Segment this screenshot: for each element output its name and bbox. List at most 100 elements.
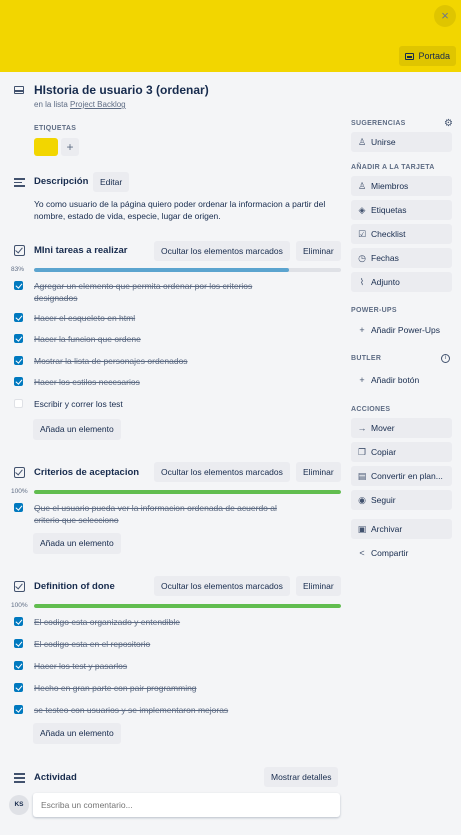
item-text[interactable]: Escribir y correr los test [34, 398, 294, 410]
add-button-button[interactable]: + Añadir botón [351, 370, 452, 390]
person-icon: ♙ [357, 137, 367, 147]
dates-label: Fechas [371, 253, 399, 263]
avatar[interactable]: KS [9, 795, 29, 815]
checkbox[interactable] [14, 313, 23, 322]
gear-icon[interactable]: ⚙ [444, 118, 453, 129]
checklist-title[interactable]: MIni tareas a realizar [34, 245, 127, 256]
dates-button[interactable]: ◷ Fechas [351, 248, 452, 268]
eye-icon: ◉ [358, 495, 366, 505]
checkbox[interactable] [14, 705, 23, 714]
card-list-info: en la lista Project Backlog [34, 100, 126, 109]
archive-label: Archivar [371, 524, 403, 534]
card-title[interactable]: HIstoria de usuario 3 (ordenar) [34, 83, 209, 97]
progress-fill [34, 268, 289, 272]
close-button[interactable]: × [434, 5, 456, 27]
activity-title: Actividad [34, 772, 77, 783]
convert-label: Convertir en plan... [371, 471, 443, 481]
checkbox[interactable] [14, 617, 23, 626]
follow-label: Seguir [371, 495, 396, 505]
checklist-title[interactable]: Definition of done [34, 581, 115, 592]
attachment-label: Adjunto [371, 277, 400, 287]
members-button[interactable]: ♙ Miembros [351, 176, 452, 196]
copy-button[interactable]: ❐ Copiar [351, 442, 452, 462]
add-item-button[interactable]: Añada un elemento [33, 419, 121, 440]
share-button[interactable]: < Compartir [351, 543, 452, 563]
move-button[interactable]: → Mover [351, 418, 452, 438]
members-label: Miembros [371, 181, 409, 191]
item-text[interactable]: Hecho en gran parte con pair programming [34, 682, 294, 694]
labels-label: Etiquetas [371, 205, 407, 215]
actions-title: ACCIONES [351, 406, 391, 413]
item-text[interactable]: Que el usuario pueda ver la informacion … [34, 502, 294, 526]
suggestions-title: SUGERENCIAS [351, 120, 406, 127]
checkbox[interactable] [14, 639, 23, 648]
checkbox[interactable] [14, 661, 23, 670]
add-to-card-title: AÑADIR A LA TARJETA [351, 164, 435, 171]
comment-input[interactable] [33, 793, 340, 817]
archive-button[interactable]: ▣ Archivar [351, 519, 452, 539]
info-icon[interactable]: i [441, 354, 450, 363]
checklist-percent: 100% [11, 488, 28, 495]
follow-button[interactable]: ◉ Seguir [351, 490, 452, 510]
item-text[interactable]: El codigo esta en el repositorio [34, 638, 294, 650]
add-powerups-label: Añadir Power-Ups [371, 325, 440, 335]
delete-checklist-button[interactable]: Eliminar [296, 241, 341, 261]
checklist-progress [34, 268, 341, 272]
item-text[interactable]: se testeo con usuarios y se implementaro… [34, 704, 294, 716]
powerups-title: POWER-UPS [351, 307, 397, 314]
checklist-button[interactable]: ☑ Checklist [351, 224, 452, 244]
checkbox[interactable] [14, 683, 23, 692]
progress-fill [34, 604, 341, 608]
copy-label: Copiar [371, 447, 397, 457]
checkbox[interactable] [14, 281, 23, 290]
arrow-right-icon: → [357, 423, 367, 433]
tag-icon: ◈ [358, 205, 366, 215]
in-list-prefix: en la lista [34, 100, 68, 109]
hide-checked-button[interactable]: Ocultar los elementos marcados [154, 462, 290, 482]
checkbox[interactable] [14, 377, 23, 386]
archive-icon: ▣ [357, 524, 367, 534]
copy-icon: ❐ [357, 447, 367, 457]
label-chip-yellow[interactable] [34, 138, 58, 156]
delete-checklist-button[interactable]: Eliminar [296, 462, 341, 482]
item-text[interactable]: El codigo esta organizado y entendible [34, 616, 294, 628]
checklist-icon [14, 245, 25, 256]
close-icon: × [441, 8, 449, 23]
add-item-button[interactable]: Añada un elemento [33, 533, 121, 554]
show-details-button[interactable]: Mostrar detalles [264, 767, 339, 787]
checklist-label: Checklist [371, 229, 406, 239]
item-text[interactable]: Hacer la funcion que ordene [34, 333, 294, 345]
convert-button[interactable]: ▤ Convertir en plan... [351, 466, 452, 486]
card-icon [14, 86, 24, 94]
item-text[interactable]: Agregar un elemento que permita ordenar … [34, 280, 294, 304]
progress-fill [34, 490, 341, 494]
list-link[interactable]: Project Backlog [70, 100, 126, 109]
checkbox[interactable] [14, 334, 23, 343]
template-icon: ▤ [357, 471, 367, 481]
card-icon [405, 52, 415, 60]
cover-button[interactable]: Portada [399, 46, 456, 66]
labels-button[interactable]: ◈ Etiquetas [351, 200, 452, 220]
description-title: Descripción [34, 176, 89, 187]
delete-checklist-button[interactable]: Eliminar [296, 576, 341, 596]
share-icon: < [359, 548, 365, 558]
add-item-button[interactable]: Añada un elemento [33, 723, 121, 744]
checklist-icon [14, 467, 25, 478]
attachment-button[interactable]: ⌇ Adjunto [351, 272, 452, 292]
edit-description-button[interactable]: Editar [93, 172, 130, 192]
add-label-button[interactable]: + [61, 138, 79, 156]
add-powerups-button[interactable]: + Añadir Power-Ups [351, 320, 452, 340]
join-button[interactable]: ♙ Unirse [351, 132, 452, 152]
checkbox[interactable] [14, 356, 23, 365]
item-text[interactable]: Hacer los estilos necesarios [34, 376, 294, 388]
checklist-title[interactable]: Criterios de aceptacion [34, 467, 139, 478]
item-text[interactable]: Hacer los test y pasarlos [34, 660, 294, 672]
checkbox[interactable] [14, 399, 23, 408]
description-text[interactable]: Yo como usuario de la página quiero pode… [34, 198, 334, 222]
item-text[interactable]: Mostrar la lista de personajes ordenados [34, 355, 294, 367]
add-button-label: Añadir botón [371, 375, 420, 385]
checkbox[interactable] [14, 503, 23, 512]
hide-checked-button[interactable]: Ocultar los elementos marcados [154, 241, 290, 261]
hide-checked-button[interactable]: Ocultar los elementos marcados [154, 576, 290, 596]
item-text[interactable]: Hacer el esqueleto en html [34, 312, 294, 324]
